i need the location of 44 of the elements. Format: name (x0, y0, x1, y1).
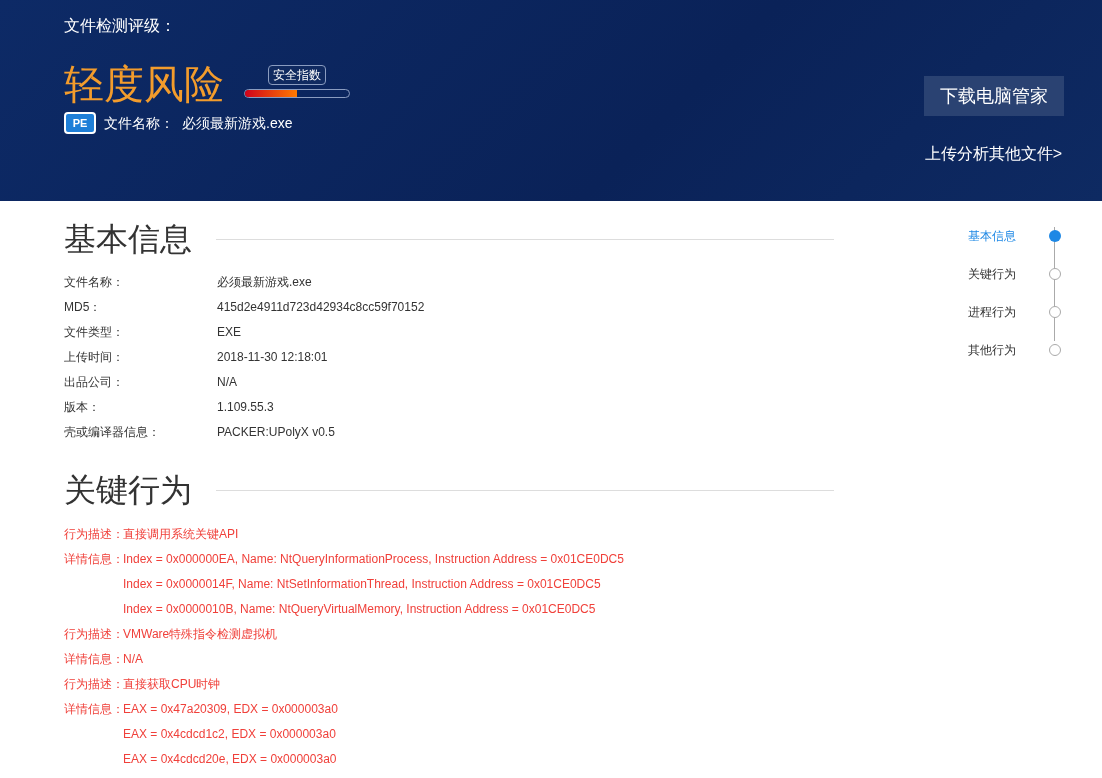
side-nav-link[interactable]: 关键行为 (968, 265, 1048, 283)
download-button[interactable]: 下载电脑管家 (924, 76, 1064, 116)
info-value: 2018-11-30 12:18:01 (217, 348, 328, 366)
info-value: EXE (217, 323, 241, 341)
behavior-detail: EAX = 0x4cdcd20e, EDX = 0x000003a0 (123, 751, 338, 768)
file-type-icon: PE (64, 112, 96, 134)
behavior-label: 行为描述： (64, 526, 123, 543)
behavior-detail: Index = 0x0000014F, Name: NtSetInformationThread, Instruction Address = 0x01CE0DC5 (123, 576, 602, 593)
rating-label: 文件检测评级： (64, 16, 177, 36)
info-value: 必须最新游戏.exe (217, 273, 312, 291)
behavior-detail: Index = 0x000000EA, Name: NtQueryInformationProcess, Instruction Address = 0x01CE0DC5 (123, 551, 624, 568)
behavior-label: 详情信息： (64, 651, 123, 668)
info-label: 壳或编译器信息： (64, 423, 161, 441)
upload-link[interactable]: 上传分析其他文件> (924, 142, 1062, 166)
info-label: 出品公司： (64, 373, 125, 391)
safety-tooltip: 安全指数 (268, 65, 326, 85)
info-label: 文件类型： (64, 323, 125, 341)
file-name: 必须最新游戏.exe (182, 113, 293, 133)
behavior-detail: 直接调用系统关键API (123, 526, 239, 543)
info-value: N/A (217, 373, 237, 391)
side-nav-link[interactable]: 其他行为 (968, 341, 1048, 359)
side-nav-link[interactable]: 基本信息 (968, 227, 1048, 245)
behavior-detail: EAX = 0x47a20309, EDX = 0x000003a0 (123, 701, 338, 718)
file-name-label: 文件名称： (104, 113, 174, 133)
behavior-label: 行为描述： (64, 676, 123, 693)
info-value: 1.109.55.3 (217, 398, 274, 416)
info-label: MD5： (64, 298, 103, 316)
behavior-label: 详情信息： (64, 551, 123, 568)
behavior-label: 详情信息： (64, 701, 123, 718)
behavior-detail: VMWare特殊指令检测虚拟机 (123, 626, 278, 643)
side-nav-link[interactable]: 进程行为 (968, 303, 1048, 321)
behavior-detail: 直接获取CPU时钟 (123, 676, 221, 693)
section-title: 基本信息 (64, 220, 192, 259)
info-value: 415d2e4911d723d42934c8cc59f70152 (217, 298, 425, 316)
info-label: 版本： (64, 398, 101, 416)
info-value: PACKER:UPolyX v0.5 (217, 423, 335, 441)
section-title: 关键行为 (64, 471, 192, 510)
behavior-detail: EAX = 0x4cdcd1c2, EDX = 0x000003a0 (123, 726, 337, 743)
behavior-detail: Index = 0x0000010B, Name: NtQueryVirtualMemory, Instruction Address = 0x01CE0DC5 (123, 601, 597, 618)
behavior-label: 行为描述： (64, 626, 123, 643)
risk-level: 轻度风险 (64, 61, 224, 108)
info-label: 文件名称： (64, 273, 125, 291)
info-label: 上传时间： (64, 348, 125, 366)
behavior-detail: N/A (123, 651, 143, 668)
